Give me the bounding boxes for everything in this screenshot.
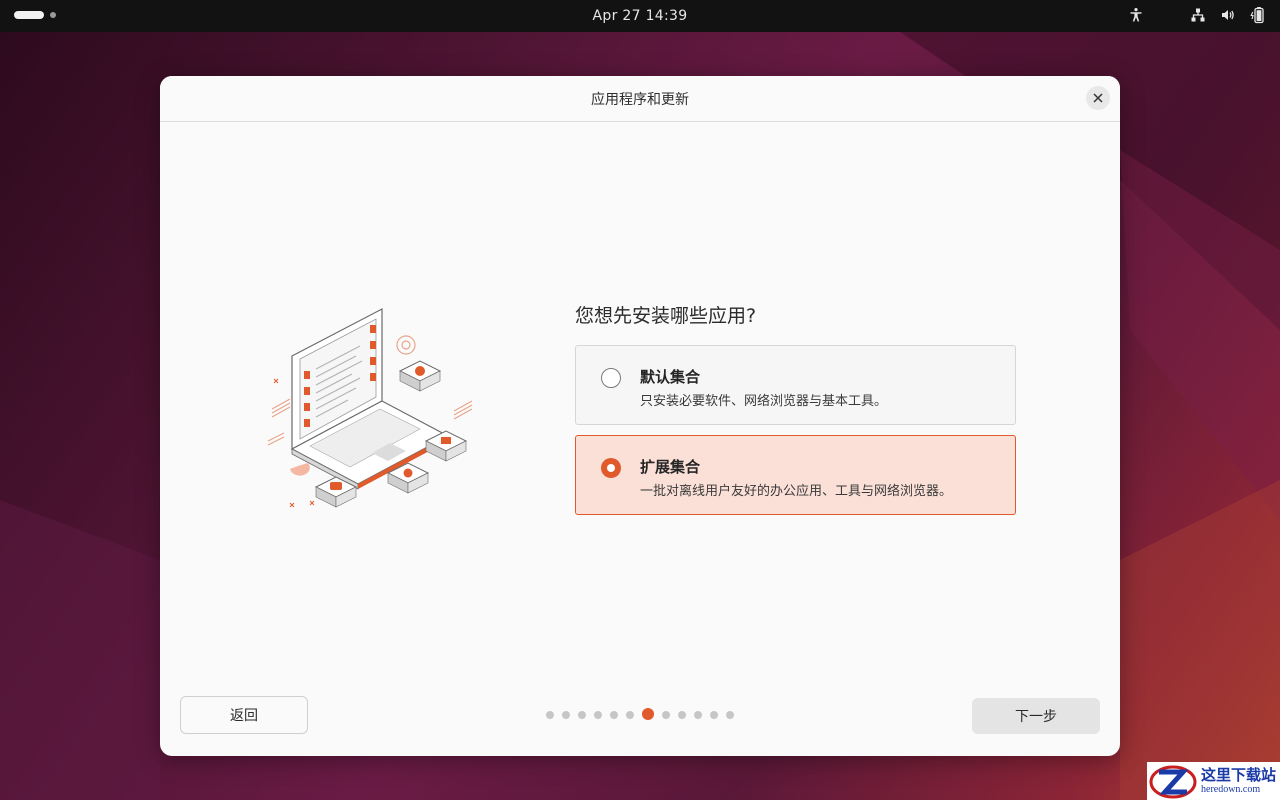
option-title: 默认集合	[640, 368, 701, 386]
close-button[interactable]	[1086, 86, 1110, 110]
step-dot	[694, 711, 702, 719]
option-title: 扩展集合	[640, 458, 701, 476]
step-dot	[662, 711, 670, 719]
accessibility-icon[interactable]	[1128, 7, 1144, 23]
network-icon[interactable]	[1190, 7, 1206, 23]
workspace-dot	[50, 12, 56, 18]
volume-icon[interactable]	[1220, 7, 1236, 23]
step-dot	[726, 711, 734, 719]
clock[interactable]: Apr 27 14:39	[593, 8, 688, 24]
step-dot	[678, 711, 686, 719]
step-dot	[546, 711, 554, 719]
radio-default-selection[interactable]	[601, 368, 621, 388]
close-icon	[1093, 93, 1103, 103]
option-description: 只安装必要软件、网络浏览器与基本工具。	[640, 394, 888, 409]
top-bar: Apr 27 14:39	[0, 0, 1280, 32]
step-dot	[594, 711, 602, 719]
installer-dialog: 应用程序和更新 您想先安装哪些应用? 默认集合 只安装必要软件、网络浏览器与基本…	[160, 76, 1120, 756]
dialog-title: 应用程序和更新	[591, 91, 689, 108]
watermark-en-text: heredown.com	[1201, 783, 1261, 795]
back-button[interactable]: 返回	[180, 696, 308, 734]
battery-icon[interactable]	[1250, 6, 1266, 24]
step-dot	[578, 711, 586, 719]
step-dot	[562, 711, 570, 719]
system-tray[interactable]	[1128, 6, 1266, 24]
question-heading: 您想先安装哪些应用?	[575, 305, 757, 327]
watermark: 这里下载站 heredown.com	[1147, 762, 1280, 800]
step-dot	[710, 711, 718, 719]
next-button[interactable]: 下一步	[972, 698, 1100, 734]
radio-extended-selection[interactable]	[601, 458, 621, 478]
step-dot	[626, 711, 634, 719]
dialog-header: 应用程序和更新	[160, 76, 1120, 122]
step-indicator	[546, 708, 742, 720]
activities-indicator[interactable]	[14, 11, 56, 19]
workspace-active-pill	[14, 11, 44, 19]
step-dot	[610, 711, 618, 719]
option-description: 一批对离线用户友好的办公应用、工具与网络浏览器。	[640, 484, 953, 499]
step-dot-active	[642, 708, 654, 720]
laptop-apps-illustration	[267, 308, 473, 508]
heredown-logo-icon	[1149, 765, 1197, 799]
watermark-cn-text: 这里下载站	[1201, 765, 1277, 784]
option-default-selection[interactable]: 默认集合 只安装必要软件、网络浏览器与基本工具。	[575, 345, 1016, 425]
option-extended-selection[interactable]: 扩展集合 一批对离线用户友好的办公应用、工具与网络浏览器。	[575, 435, 1016, 515]
